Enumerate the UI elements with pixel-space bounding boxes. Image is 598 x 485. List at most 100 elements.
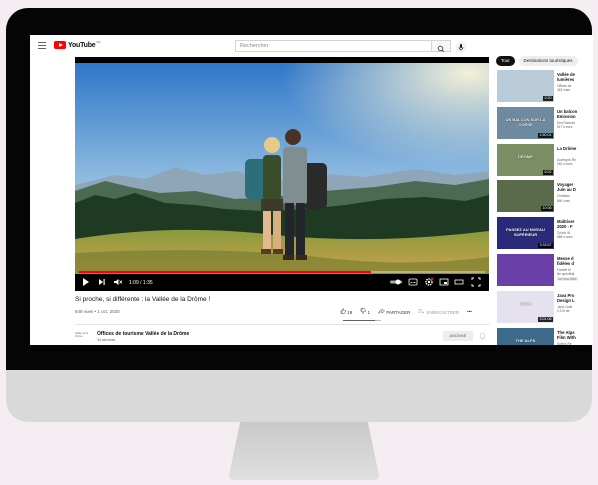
logo-region: FR	[96, 40, 101, 44]
related-video-meta: Christian 846 vues	[557, 194, 570, 202]
related-video-item[interactable]: Messe d fidèles d Famille M Ne spécifiait AC…	[497, 253, 593, 289]
related-video-title[interactable]: The Alps Film With	[557, 330, 576, 340]
related-videos-list: 2:20 Vallée de lumières Offices de 318 vues U…	[497, 70, 593, 345]
related-video-item[interactable]: UN BALCON SUR LA CORSE 1:50:01 Un balcon Em…	[497, 106, 593, 142]
related-video-item[interactable]: #Java 3:01:06 Java Pro Design L Java Code 2,3…	[497, 290, 593, 326]
thumbnail-caption: DRÔME	[518, 153, 533, 159]
video-frame	[75, 63, 489, 274]
title-line: Design L	[557, 297, 575, 303]
related-video-item[interactable]: 2:20 Vallée de lumières Offices de 318 vues	[497, 70, 593, 105]
logo-text: YouTube	[68, 41, 96, 49]
video-player[interactable]: 1:09 / 1:35	[75, 57, 489, 291]
chip-all[interactable]: Tout	[496, 56, 515, 66]
player-controls: 1:09 / 1:35	[75, 274, 489, 291]
related-video-thumbnail[interactable]: UN BALCON SUR LA CORSE 1:50:01	[497, 106, 554, 139]
channel-avatar[interactable]: Vallée de la Drôme	[75, 332, 89, 344]
news-badge: ACTUALITÉS	[557, 276, 578, 281]
like-button[interactable]: 19	[340, 308, 352, 315]
related-video-title[interactable]: Maîtriser 2020 - F	[557, 219, 574, 229]
divider	[75, 324, 489, 325]
thumbnail-caption: #Java	[519, 300, 532, 306]
save-label: ENREGISTRER	[426, 310, 460, 315]
title-line: Film With	[557, 334, 576, 340]
related-video-meta: Cédric W 868 k vues	[557, 231, 572, 239]
share-arrow-icon	[378, 308, 385, 315]
related-video-meta: Scenic Re	[557, 342, 572, 345]
volume-mute-icon[interactable]	[113, 277, 123, 287]
related-video-title[interactable]: Messe d fidèles d	[557, 256, 574, 266]
subtitles-icon[interactable]	[408, 277, 418, 287]
related-video-meta: Auvergne-Rh 181 k vues	[557, 158, 576, 166]
theater-mode-icon[interactable]	[454, 277, 464, 287]
related-video-thumbnail[interactable]	[497, 253, 554, 286]
save-button[interactable]: ENREGISTRER	[418, 308, 459, 315]
video-progress-fill	[79, 271, 372, 273]
related-video-title[interactable]: Un balcon Emission	[557, 109, 577, 119]
related-video-meta: Famille M Ne spécifiait	[557, 268, 574, 276]
monitor-screen: YouTube FR Rechercher Tout Destinations …	[30, 35, 593, 345]
search-input[interactable]: Rechercher	[235, 40, 431, 52]
related-video-views: 846 vues	[557, 198, 570, 203]
related-video-thumbnail[interactable]: DRÔME 6:02	[497, 143, 554, 176]
share-label: PARTAGER	[386, 310, 411, 315]
settings-gear-icon[interactable]	[424, 277, 434, 287]
channel-name[interactable]: Offices de tourisme Vallée de la Drôme	[97, 331, 189, 337]
youtube-header: YouTube FR Rechercher	[30, 35, 593, 57]
related-video-item[interactable]: 10:06 Voyager Juin au D Christian 846 vues	[497, 180, 593, 215]
dislike-button[interactable]: 1	[360, 308, 370, 315]
related-video-thumbnail[interactable]: PASSEZ AU NIVEAU SUPÉRIEUR 3:33:57	[497, 217, 554, 250]
monitor-stand	[228, 422, 380, 480]
thumbnail-caption: THE ALPS	[515, 337, 536, 343]
voice-search-button[interactable]	[455, 40, 467, 53]
related-video-channel: Scenic Re	[557, 341, 572, 345]
related-video-title[interactable]: La Drôme	[557, 146, 576, 151]
title-line: fidèles d	[557, 260, 574, 266]
add-to-playlist-icon	[418, 309, 425, 314]
hamburger-menu-icon[interactable]	[38, 42, 46, 49]
video-duration: 3:33:57	[538, 243, 553, 249]
search-icon	[437, 45, 445, 53]
related-video-item[interactable]: THE ALPS The Alps Film With Scenic Re	[497, 327, 593, 345]
video-actions: 19 1 PARTAGER ENREGISTRER •••	[340, 308, 472, 315]
related-video-thumbnail[interactable]: THE ALPS	[497, 327, 554, 345]
like-ratio-fill	[343, 320, 375, 321]
related-video-views: 181 k vues	[557, 161, 573, 166]
related-video-title[interactable]: Vallée de lumières	[557, 72, 575, 82]
title-line: 2020 - F	[557, 224, 573, 230]
related-video-thumbnail[interactable]: #Java 3:01:06	[497, 290, 554, 323]
notification-bell-icon[interactable]	[479, 332, 486, 340]
related-video-title[interactable]: Voyager Juin au D	[557, 182, 576, 192]
more-actions-button[interactable]: •••	[467, 309, 472, 314]
related-video-item[interactable]: PASSEZ AU NIVEAU SUPÉRIEUR 3:33:57 Maîtris…	[497, 217, 593, 252]
autoplay-toggle-icon[interactable]	[389, 277, 403, 287]
title-line: lumières	[557, 77, 575, 82]
related-video-title[interactable]: Java Pro Design L	[557, 293, 575, 303]
youtube-logo[interactable]: YouTube FR	[54, 40, 101, 49]
time-display: 1:09 / 1:35	[129, 280, 153, 286]
dislike-count: 1	[367, 310, 371, 315]
play-icon[interactable]	[81, 277, 91, 287]
video-progress-bar[interactable]	[79, 271, 485, 273]
thumbnail-caption: UN BALCON SUR LA CORSE	[505, 116, 546, 127]
filter-chips: Tout Destinations touristiques	[496, 56, 578, 66]
video-duration: 2:20	[543, 96, 553, 101]
share-button[interactable]: PARTAGER	[378, 308, 410, 315]
related-video-item[interactable]: DRÔME 6:02 La Drôme Auvergne-Rh 181 k vues	[497, 143, 593, 179]
title-line: Emission	[557, 113, 576, 119]
thumbs-down-icon	[361, 308, 367, 314]
title-line: La Drôme	[557, 145, 577, 151]
video-duration: 3:01:06	[538, 316, 553, 322]
fullscreen-icon[interactable]	[471, 277, 481, 287]
miniplayer-icon[interactable]	[439, 277, 449, 287]
related-video-thumbnail[interactable]: 2:20	[497, 70, 554, 102]
related-video-views: 868 k vues	[557, 235, 573, 240]
search-button[interactable]	[431, 40, 451, 53]
chip-tourist-destinations[interactable]: Destinations touristiques	[518, 56, 578, 66]
next-icon[interactable]	[97, 277, 107, 287]
subscribe-button[interactable]: ABONNÉ	[443, 331, 473, 341]
microphone-icon	[455, 41, 467, 53]
video-duration: 6:02	[543, 169, 553, 175]
related-video-views: 2,3 M de	[557, 308, 570, 313]
related-video-thumbnail[interactable]: 10:06	[497, 180, 554, 213]
related-video-views: 517 k vues	[557, 125, 573, 129]
